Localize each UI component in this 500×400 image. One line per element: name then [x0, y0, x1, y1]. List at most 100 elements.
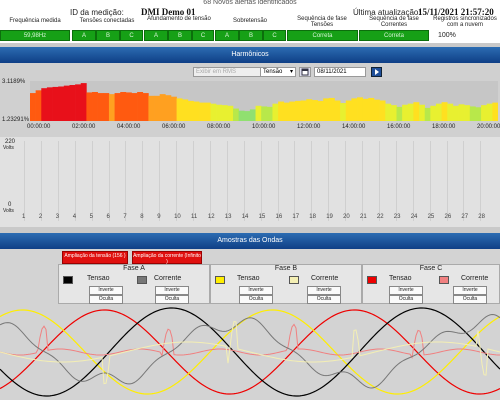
y-tick-min: 1.23291% — [2, 117, 30, 123]
harmonic-bar — [46, 87, 53, 121]
calendar-icon[interactable] — [299, 67, 311, 77]
harmonic-order-label: 10 — [174, 214, 181, 220]
phase-b-current-label: Corrente — [311, 275, 339, 282]
x-tick-label: 12:00:00 — [297, 124, 321, 130]
order-gridline — [243, 141, 245, 221]
order-gridline — [480, 141, 482, 221]
harmonic-order-label: 28 — [478, 214, 485, 220]
harmonic-bar — [92, 92, 98, 121]
harmonic-bar — [390, 105, 397, 121]
phase-b-current-swatch[interactable] — [289, 276, 299, 284]
phase-a-title: Fase A — [123, 265, 145, 272]
harmonic-bar — [69, 85, 76, 121]
phase-c-voltage-label: Tensao — [389, 275, 412, 282]
phase-a-voltage-label: Tensao — [87, 275, 110, 282]
harmonic-order-label: 16 — [275, 214, 283, 220]
voltage-phase-c: C — [120, 30, 143, 41]
harmonic-bar — [120, 92, 127, 121]
voltage-header: Tensões conectadas — [79, 18, 135, 24]
swell-phase-b: B — [239, 30, 263, 41]
current-sequence-header: Sequência de fase Correntes — [369, 16, 419, 28]
harmonic-bar — [407, 103, 414, 121]
x-tick-label: 08:00:00 — [207, 124, 231, 130]
harmonic-bar — [396, 106, 403, 121]
phase-c-current-invert-button[interactable]: Inverte — [453, 286, 487, 295]
sag-phase-a: A — [144, 30, 168, 41]
harmonic-bar — [373, 99, 380, 121]
phase-c-voltage-swatch[interactable] — [367, 276, 377, 284]
harmonic-bar — [170, 96, 177, 121]
harmonic-bar — [300, 100, 307, 121]
order-gridline — [395, 141, 397, 221]
harmonic-order-label: 5 — [89, 214, 93, 220]
harmonic-bar — [295, 100, 301, 121]
order-gridline — [125, 141, 127, 221]
phase-a-current-invert-button[interactable]: Inverte — [155, 286, 189, 295]
sag-header: Afundamento de tensão — [147, 16, 211, 22]
harmonic-bar — [41, 88, 48, 121]
voltage-sequence-value: Correta — [287, 30, 358, 41]
voltage-phase-a: A — [72, 30, 96, 41]
phase-c-voltage-invert-button[interactable]: Inverte — [389, 286, 423, 295]
measure-select[interactable]: Tensão ▾ — [260, 67, 296, 77]
order-gridline — [193, 141, 194, 221]
harmonic-bar — [238, 110, 245, 121]
chevron-down-icon: ▾ — [289, 69, 293, 75]
order-gridline — [226, 141, 228, 221]
order-gridline — [463, 141, 465, 221]
display-mode-select[interactable]: Exibir em RMS — [193, 67, 265, 77]
play-icon[interactable] — [371, 67, 382, 77]
harmonic-order-label: 20 — [343, 214, 350, 220]
harmonic-bar — [379, 100, 386, 121]
harmonic-bar — [137, 92, 144, 121]
phase-a-current-swatch[interactable] — [137, 276, 147, 284]
voltage-zoom-alarm[interactable]: Ampliação da tensão (156 ) — [62, 251, 128, 264]
order-gridline — [260, 141, 262, 221]
harmonic-bar — [334, 100, 341, 121]
phase-a-voltage-swatch[interactable] — [63, 276, 73, 284]
harmonic-bar — [368, 97, 375, 121]
harmonic-bar — [176, 98, 183, 121]
phase-c-current-label: Corrente — [461, 275, 489, 282]
harmonic-bar — [154, 95, 160, 121]
harmonic-bar — [86, 92, 93, 121]
phase-b-current-invert-button[interactable]: Inverte — [307, 286, 341, 295]
harmonic-bar — [475, 107, 482, 121]
x-tick-label: 20:00:00 — [477, 124, 500, 130]
order-gridline — [378, 141, 380, 221]
harmonic-bar — [52, 86, 59, 121]
phase-c-current-swatch[interactable] — [439, 276, 449, 284]
sag-phase-b: B — [168, 30, 192, 41]
order-gridline — [142, 141, 144, 221]
harmonic-bar — [35, 90, 42, 121]
phase-c-panel: Fase C Tensao Corrente Inverte Oculta In… — [362, 264, 500, 304]
harmonic-order-label: 4 — [72, 214, 77, 220]
y-tick-max: 3.1189% — [2, 79, 26, 85]
harmonic-bar — [289, 101, 296, 121]
phase-b-voltage-invert-button[interactable]: Inverte — [239, 286, 273, 295]
date-input[interactable]: 08/11/2021 — [314, 67, 366, 77]
x-tick-label: 06:00:00 — [162, 124, 186, 130]
harmonic-bar — [492, 102, 498, 121]
current-zoom-alarm[interactable]: Ampliação da corrente (Infinito ) — [132, 251, 202, 265]
harmonic-bar — [345, 100, 352, 121]
harmonic-bar — [402, 104, 409, 121]
harmonic-bar — [58, 86, 65, 121]
voltage-phase-b: B — [96, 30, 120, 41]
sag-phase-c: C — [192, 30, 214, 41]
harmonic-order-label: 11 — [191, 214, 198, 220]
harmonic-order-label: 9 — [157, 214, 161, 220]
phase-a-voltage-invert-button[interactable]: Inverte — [89, 286, 123, 295]
harmonic-bar — [306, 99, 313, 121]
sync-header: Registros sincronizados com a nuvem — [433, 16, 497, 28]
harmonic-bar — [362, 98, 369, 121]
order-gridline — [176, 141, 178, 221]
order-gridline — [57, 141, 59, 221]
harmonic-bar — [435, 103, 442, 121]
measurement-id-label: ID da medição: — [70, 8, 124, 17]
x-tick-label: 18:00:00 — [432, 124, 456, 130]
harmonic-bar — [204, 102, 211, 121]
phase-b-voltage-swatch[interactable] — [215, 276, 225, 284]
frequency-value: 59,98Hz — [0, 30, 70, 41]
harmonic-bar — [481, 105, 488, 121]
